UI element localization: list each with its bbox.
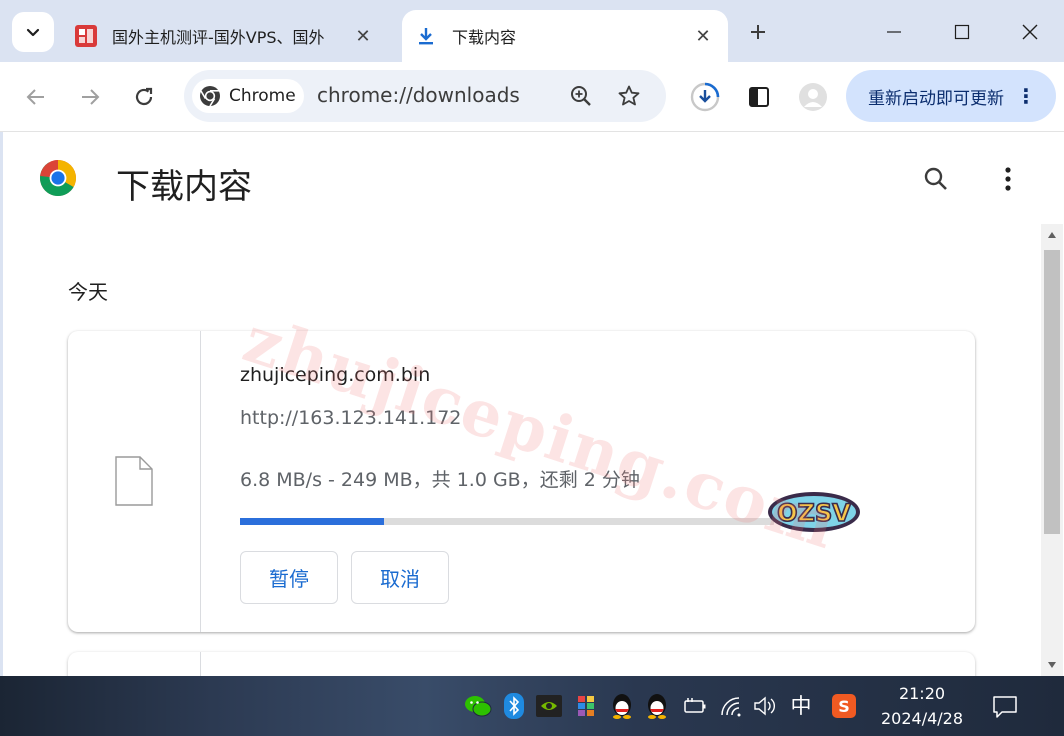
forward-button[interactable] bbox=[71, 78, 109, 116]
tab-title: 下载内容 bbox=[452, 28, 517, 47]
search-icon bbox=[924, 167, 947, 190]
plus-icon bbox=[751, 25, 765, 39]
toolbar: Chrome chrome://downloads 重新启动即可更新 ⋮ bbox=[0, 62, 1064, 132]
arrow-left-icon bbox=[26, 89, 44, 105]
download-progress-bar bbox=[240, 518, 774, 525]
scrollbar-thumb[interactable] bbox=[1044, 250, 1060, 534]
svg-text:S: S bbox=[838, 697, 850, 716]
minimize-icon bbox=[887, 31, 901, 33]
profile-button[interactable] bbox=[794, 78, 832, 116]
bookmark-button[interactable] bbox=[614, 81, 644, 111]
tab-zhujiceping[interactable]: 国外主机测评-国外VPS、国外 ✕ bbox=[62, 10, 388, 62]
more-actions-button[interactable] bbox=[993, 162, 1023, 196]
new-tab-button[interactable] bbox=[740, 16, 776, 48]
page-title: 下载内容 bbox=[116, 167, 252, 207]
tab-strip: 国外主机测评-国外VPS、国外 ✕ 下载内容 ✕ bbox=[0, 0, 1064, 62]
clock-time: 21:20 bbox=[898, 684, 946, 703]
bluetooth-icon[interactable] bbox=[500, 692, 528, 720]
ozsv-logo-badge: OZSV bbox=[768, 492, 860, 532]
source-url-link[interactable]: http://163.123.141.172 bbox=[240, 407, 461, 429]
side-panel-button[interactable] bbox=[740, 78, 778, 116]
nvidia-icon[interactable] bbox=[535, 692, 563, 720]
download-progress-fill bbox=[240, 518, 385, 525]
minimize-button[interactable] bbox=[862, 10, 926, 54]
relaunch-update-button[interactable]: 重新启动即可更新 ⋮ bbox=[846, 70, 1056, 122]
download-item: zhujiceping.com.bin http://163.123.141.1… bbox=[68, 331, 975, 632]
color-app-icon[interactable] bbox=[572, 692, 600, 720]
close-window-button[interactable] bbox=[998, 10, 1062, 54]
reload-button[interactable] bbox=[125, 78, 163, 116]
tab-title: 国外主机测评-国外VPS、国外 bbox=[112, 28, 325, 47]
scroll-down-button[interactable] bbox=[1041, 654, 1063, 676]
maximize-icon bbox=[954, 24, 970, 40]
file-icon-column bbox=[68, 652, 201, 676]
star-icon bbox=[618, 85, 640, 106]
chevron-down-icon bbox=[26, 28, 40, 37]
date-section-label: 今天 bbox=[68, 280, 108, 304]
file-name-link[interactable]: zhujiceping.com.bin bbox=[240, 364, 430, 386]
chip-label: Chrome bbox=[229, 86, 296, 106]
update-label: 重新启动即可更新 bbox=[868, 88, 1004, 109]
side-panel-icon bbox=[749, 87, 769, 107]
more-vert-icon: ⋮ bbox=[1016, 84, 1036, 108]
zoom-button[interactable] bbox=[566, 81, 596, 111]
url-text[interactable]: chrome://downloads bbox=[317, 83, 520, 107]
tab-close-icon[interactable]: ✕ bbox=[688, 21, 718, 51]
clock-date: 2024/4/28 bbox=[880, 709, 964, 728]
download-favicon-icon bbox=[414, 24, 438, 48]
reload-icon bbox=[135, 87, 153, 106]
qq-icon[interactable] bbox=[608, 692, 636, 720]
wechat-icon[interactable] bbox=[464, 692, 492, 720]
site-favicon-icon bbox=[74, 24, 98, 48]
downloads-page: 下载内容 今天 zhujiceping.com.bin http://163.1… bbox=[3, 132, 1064, 676]
zoom-in-icon bbox=[571, 86, 591, 106]
download-item bbox=[68, 652, 975, 676]
close-icon bbox=[1022, 24, 1038, 40]
more-vert-icon bbox=[1005, 167, 1011, 191]
chrome-icon bbox=[200, 86, 220, 107]
vertical-scrollbar[interactable] bbox=[1041, 224, 1063, 676]
cancel-button[interactable]: 取消 bbox=[351, 551, 449, 604]
windows-taskbar: 中 S 21:20 2024/4/28 bbox=[0, 676, 1064, 736]
avatar-icon bbox=[799, 83, 827, 111]
tab-downloads[interactable]: 下载内容 ✕ bbox=[402, 10, 728, 62]
back-button[interactable] bbox=[17, 78, 55, 116]
download-progress-icon bbox=[690, 82, 720, 112]
maximize-button[interactable] bbox=[930, 10, 994, 54]
tab-close-icon[interactable]: ✕ bbox=[348, 21, 378, 51]
wifi-icon[interactable] bbox=[718, 692, 746, 720]
chrome-logo-icon bbox=[39, 160, 77, 197]
chrome-chip[interactable]: Chrome bbox=[192, 79, 304, 113]
notification-icon bbox=[993, 696, 1017, 718]
svg-text:OZSV: OZSV bbox=[777, 499, 851, 527]
ime-indicator[interactable]: 中 bbox=[786, 690, 816, 720]
address-bar[interactable]: Chrome chrome://downloads bbox=[184, 70, 666, 122]
arrow-right-icon bbox=[82, 89, 100, 105]
volume-icon[interactable] bbox=[751, 692, 779, 720]
file-icon bbox=[115, 456, 153, 506]
search-downloads-button[interactable] bbox=[919, 162, 953, 196]
notification-center-button[interactable] bbox=[990, 692, 1020, 722]
triangle-up-icon bbox=[1048, 232, 1056, 238]
download-status: 6.8 MB/s - 249 MB，共 1.0 GB，还剩 2 分钟 bbox=[240, 469, 640, 491]
scroll-up-button[interactable] bbox=[1041, 224, 1063, 246]
downloads-button[interactable] bbox=[686, 78, 724, 116]
page-header: 下载内容 bbox=[3, 132, 1064, 224]
qq-icon[interactable] bbox=[643, 692, 671, 720]
taskbar-clock[interactable]: 21:20 2024/4/28 bbox=[872, 682, 972, 732]
battery-plug-icon[interactable] bbox=[680, 692, 708, 720]
browser-window: 国外主机测评-国外VPS、国外 ✕ 下载内容 ✕ Chrome chrome:/… bbox=[0, 0, 1064, 676]
file-icon-column bbox=[68, 331, 201, 632]
pause-button[interactable]: 暂停 bbox=[240, 551, 338, 604]
triangle-down-icon bbox=[1048, 662, 1056, 668]
tab-search-button[interactable] bbox=[12, 12, 54, 52]
sogou-input-icon[interactable]: S bbox=[830, 692, 858, 720]
